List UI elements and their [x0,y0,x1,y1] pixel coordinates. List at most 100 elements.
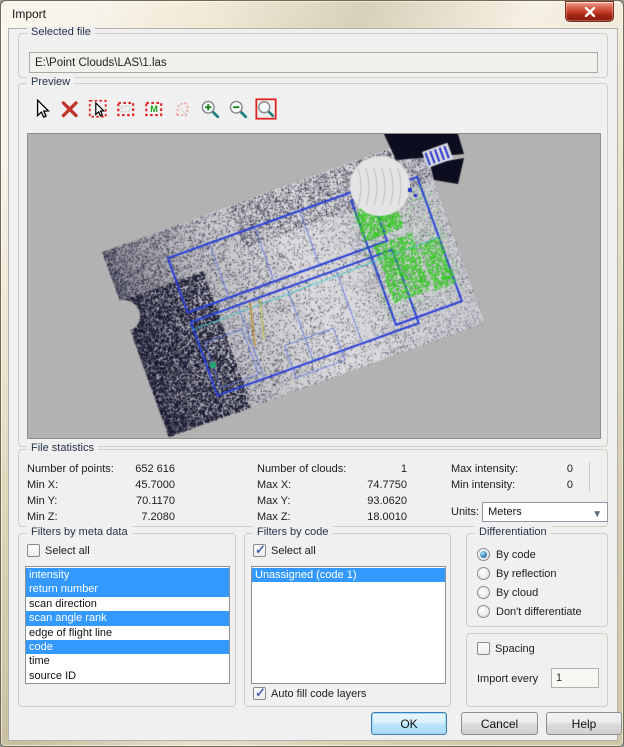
select-pointer-icon [88,99,107,118]
file-statistics-group-label: File statistics [27,442,98,454]
rectangle-select-tool-button[interactable] [114,97,138,121]
import-every-label: Import every [477,673,539,685]
preview-viewport[interactable] [27,133,601,439]
list-item[interactable]: scan angle rank [26,611,229,626]
zoom-out-tool-button[interactable] [226,97,250,121]
radio-icon [477,605,490,618]
radio-option[interactable]: Don't differentiate [477,605,582,618]
units-select[interactable]: Meters ▼ [482,502,609,522]
selected-file-group-label: Selected file [27,26,95,38]
close-button[interactable] [565,1,614,22]
title-bar[interactable]: Import [1,1,623,28]
selected-file-group: Selected file [18,26,608,78]
filters-meta-group-label: Filters by meta data [27,526,132,538]
stat-label: Max Y: [257,495,291,507]
stat-value: 93.0620 [367,495,407,507]
units-label: Units: [451,506,480,518]
select-by-meta-tool-button[interactable]: M [142,97,166,121]
list-item[interactable]: time [26,654,229,668]
preview-toolbar: M [30,97,278,123]
list-item[interactable]: code [26,639,229,655]
list-item[interactable]: intensity [26,568,229,583]
auto-fill-option[interactable]: Auto fill code layers [253,685,366,701]
radio-icon [477,567,490,580]
stat-value: 0 [566,463,573,475]
code-filter-list[interactable]: Unassigned (code 1) [251,566,446,684]
stat-value: 652 616 [135,463,175,475]
stat-label: Number of clouds: [257,463,347,475]
filters-meta-group: Filters by meta data Select all intensit… [18,526,236,707]
rectangle-select-icon [117,101,135,117]
stat-value: 70.1170 [136,495,175,507]
stat-row: Min Y: 70.1170 [27,493,175,509]
differentiation-group: Differentiation By code By reflection By c… [466,526,608,627]
auto-fill-checkbox[interactable] [253,685,266,701]
pointer-tool-button[interactable] [30,97,54,121]
stat-value: 45.7000 [135,479,175,491]
stat-label: Min intensity: [451,479,516,491]
stat-label: Max Z: [257,511,291,523]
filters-code-group-label: Filters by code [253,526,333,538]
preview-group-label: Preview [27,76,75,88]
dialog-body: Selected file Preview [8,26,622,741]
stat-label: Number of points: [27,463,114,475]
filters-code-group: Filters by code Select all Unassigned (c… [244,526,451,707]
meta-select-all-checkbox[interactable] [27,544,40,557]
stats-divider [589,462,590,492]
polygon-select-tool-button[interactable] [170,97,194,121]
meta-select-all[interactable]: Select all [27,544,90,557]
radio-label: By reflection [496,567,557,580]
selected-file-path[interactable] [29,52,598,73]
stat-row: Max Y: 93.0620 [257,493,407,509]
units-row: Units: Meters ▼ [451,502,609,522]
polygon-select-icon [175,101,190,116]
delete-selection-tool-button[interactable] [58,97,82,121]
list-item[interactable]: source ID [26,669,229,683]
list-item[interactable]: Unassigned (code 1) [252,568,445,583]
differentiation-group-label: Differentiation [475,526,551,538]
meta-select-icon: M [145,101,163,117]
ok-button[interactable]: OK [371,712,447,735]
radio-icon [477,548,490,561]
stat-label: Max intensity: [451,463,519,475]
stat-label: Min X: [27,479,59,491]
import-every-input[interactable] [551,668,599,688]
stat-value: 0 [566,479,573,491]
list-item[interactable]: edge of flight line [26,626,229,640]
radio-option[interactable]: By cloud [477,586,538,599]
stat-row: Min Z: 7.2080 [27,509,175,525]
spacing-option[interactable]: Spacing [477,642,535,655]
spacing-label: Spacing [495,642,535,655]
stat-value: 18.0010 [367,511,407,523]
meta-filter-list[interactable]: intensity return number scan direction scan… [25,566,230,684]
code-select-all-checkbox[interactable] [253,542,266,558]
close-icon [584,6,595,17]
list-item[interactable]: scan direction [26,597,229,611]
window-title: Import [12,7,47,21]
point-cloud-preview[interactable] [28,134,600,438]
svg-text:M: M [150,104,158,114]
stats-column-1: Number of points: 652 616 Min X: 45.7000 Min… [27,461,175,525]
select-pointer-tool-button[interactable] [86,97,110,121]
zoom-in-icon [201,100,220,119]
delete-x-icon [61,101,78,118]
cancel-button[interactable]: Cancel [461,712,538,735]
radio-option[interactable]: By reflection [477,567,557,580]
zoom-window-tool-button[interactable] [254,97,278,121]
import-dialog: Import Selected file Preview [0,0,624,747]
stat-row: Max intensity: 0 [451,461,573,477]
radio-label: Don't differentiate [496,605,582,618]
spacing-checkbox[interactable] [477,642,490,655]
preview-group: Preview M [18,76,608,447]
list-item[interactable]: return number [26,582,229,597]
code-select-all-label: Select all [271,544,316,557]
zoom-in-tool-button[interactable] [198,97,222,121]
pointer-icon [36,98,50,119]
radio-option[interactable]: By code [477,548,536,561]
stat-label: Max X: [257,479,292,491]
stat-row: Max Z: 18.0010 [257,509,407,525]
stat-label: Min Z: [27,511,58,523]
help-button[interactable]: Help [546,712,622,735]
code-select-all[interactable]: Select all [253,542,316,558]
stat-row: Min intensity: 0 [451,477,573,493]
